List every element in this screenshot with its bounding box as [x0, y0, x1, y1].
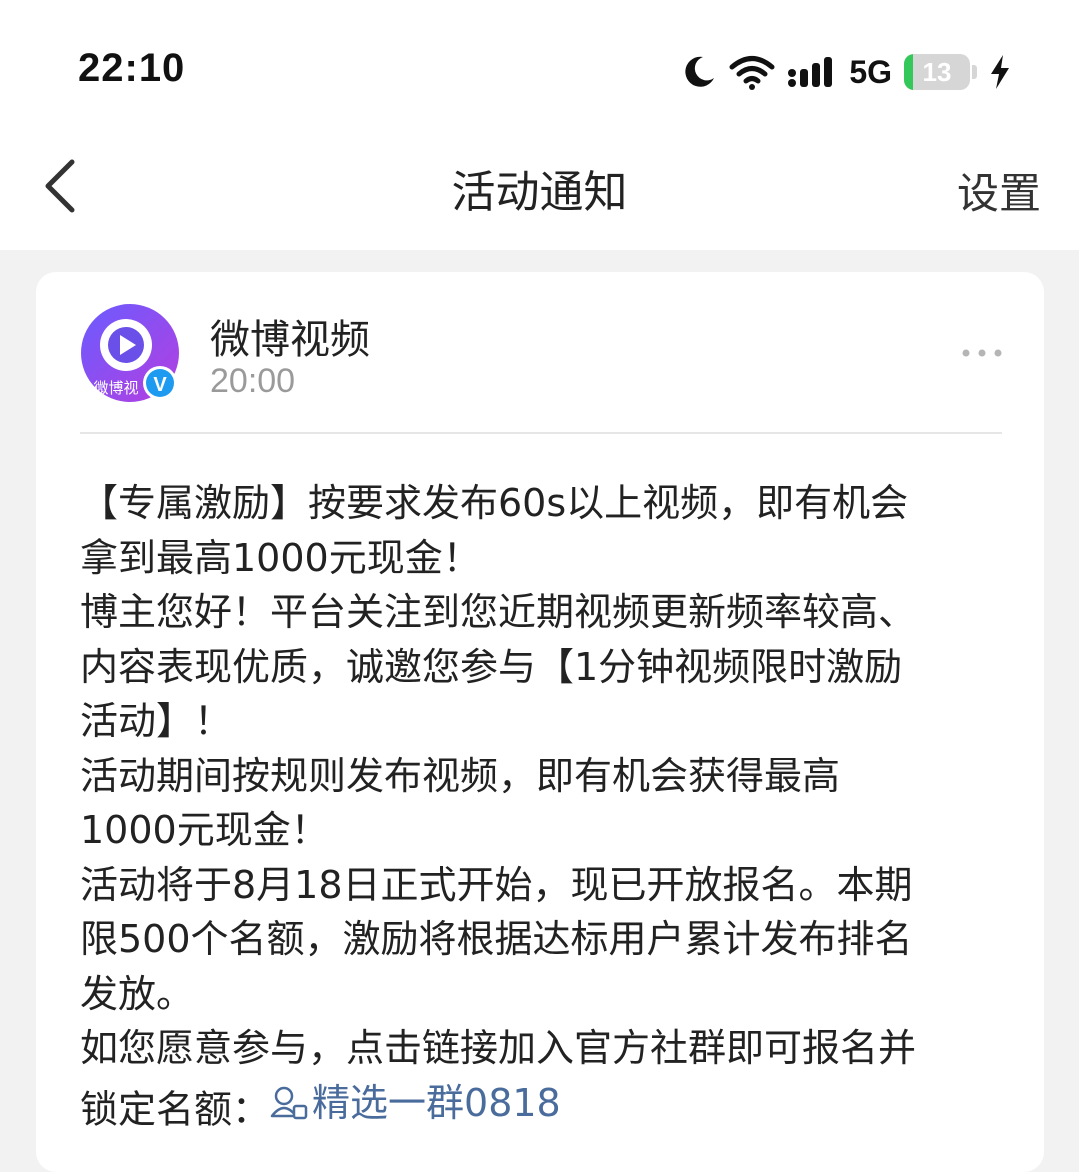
- lock-quota-label: 锁定名额：: [80, 1086, 271, 1131]
- battery-level: 13: [922, 56, 952, 87]
- message-line: 内容表现优质，诚邀您参与【1分钟视频限时激励: [80, 644, 903, 689]
- message-line: 发放。: [80, 971, 195, 1016]
- top-bar: 22:10 5G 13 活动通知 设置: [0, 0, 1079, 250]
- group-icon: [270, 1086, 308, 1119]
- message-line: 限500个名额，激励将根据达标用户累计发布排名: [80, 917, 913, 961]
- group-link[interactable]: 精选一群0818: [270, 1076, 561, 1131]
- message-line: 1000元现金！: [80, 808, 329, 852]
- avatar-label: 微博视: [93, 379, 138, 397]
- wifi-icon: [729, 56, 775, 90]
- moon-icon: [685, 56, 715, 87]
- message-line: 拿到最高1000元现金！: [80, 535, 481, 580]
- message-line: 活动将于8月18日正式开始，现已开放报名。本期: [80, 862, 913, 907]
- battery-icon: 13: [904, 54, 977, 90]
- verified-badge-icon: V: [153, 374, 167, 396]
- battery-fill: [904, 54, 913, 90]
- status-icons: 5G 13: [681, 50, 1011, 94]
- message-time: 20:00: [210, 362, 296, 400]
- message-body: 【专属激励】按要求发布60s以上视频，即有机会 拿到最高1000元现金！ 博主您…: [80, 476, 1020, 1136]
- message-line: 活动】！: [80, 699, 233, 743]
- group-link-label[interactable]: 精选一群0818: [312, 1076, 561, 1131]
- avatar[interactable]: 微博视 V: [80, 303, 180, 403]
- more-options-icon[interactable]: [960, 344, 1004, 362]
- message-line: 活动期间按规则发布视频，即有机会获得最高: [80, 753, 841, 798]
- status-time: 22:10: [78, 46, 186, 90]
- charging-icon: [991, 55, 1009, 89]
- sender-name[interactable]: 微博视频: [210, 307, 370, 365]
- message-line: 如您愿意参与，点击链接加入官方社群即可报名并: [80, 1026, 917, 1070]
- settings-button[interactable]: 设置: [957, 160, 1041, 221]
- page-title: 活动通知: [451, 167, 628, 218]
- divider: [80, 432, 1002, 434]
- network-label: 5G: [849, 53, 892, 90]
- signal-icon: [788, 57, 833, 87]
- message-line: 【专属激励】按要求发布60s以上视频，即有机会: [80, 481, 909, 525]
- message-line: 博主您好！平台关注到您近期视频更新频率较高、: [80, 590, 917, 634]
- message-line-last: 锁定名额： 精选一群0818: [80, 1076, 1020, 1137]
